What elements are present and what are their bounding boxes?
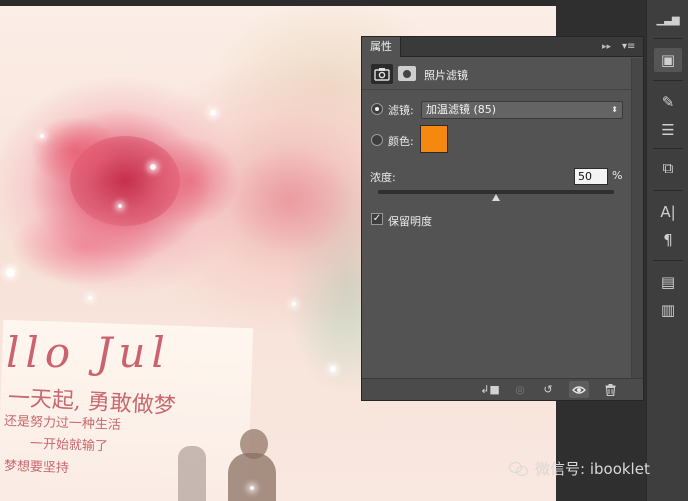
paragraph-icon[interactable]: ¶ — [654, 228, 682, 252]
panel-footer: ↲■ ◎ ↺ — [362, 378, 643, 400]
properties-panel: 属性 ▸▸ ▾≡ 照片滤镜 滤镜: 加温滤镜 (85) ⬍ 颜色: 浓度: 50… — [361, 36, 644, 401]
bokeh-sparkle — [250, 486, 254, 490]
adjustments-icon[interactable]: ▣ — [654, 48, 682, 72]
watermark-text: 微信号: ibooklet — [535, 460, 650, 478]
photo-filter-adjustment-icon[interactable] — [371, 64, 393, 84]
filter-select[interactable]: 加温滤镜 (85) ⬍ — [421, 101, 623, 119]
view-previous-state-icon[interactable]: ◎ — [510, 381, 530, 398]
visibility-icon[interactable] — [569, 381, 589, 398]
notes-icon[interactable]: ▤ — [654, 270, 682, 294]
bokeh-sparkle — [210, 110, 216, 116]
color-radio[interactable] — [371, 134, 383, 146]
panel-scrollbar[interactable] — [631, 58, 643, 378]
collapse-icon[interactable]: ▸▸ — [602, 41, 616, 53]
character-icon[interactable]: A| — [654, 200, 682, 224]
filter-select-value: 加温滤镜 (85) — [426, 103, 497, 116]
background-rose — [225, 146, 355, 256]
delete-icon[interactable] — [600, 381, 620, 398]
rose-petal — [140, 136, 240, 226]
paper-text-line: 梦想要坚持 — [3, 458, 70, 477]
dropdown-arrow-icon: ⬍ — [611, 105, 618, 114]
density-unit: % — [612, 169, 623, 182]
color-swatch[interactable] — [420, 125, 448, 153]
bokeh-sparkle — [88, 296, 92, 300]
toolbar-divider — [653, 190, 683, 191]
clip-to-layer-icon[interactable]: ↲■ — [480, 381, 500, 398]
brushes-icon[interactable]: ✎ — [654, 90, 682, 114]
rose-petal — [30, 116, 120, 186]
bokeh-sparkle — [6, 268, 15, 277]
bokeh-sparkle — [40, 134, 44, 138]
density-label: 浓度: — [370, 171, 396, 184]
preserve-luminosity-checkbox[interactable]: ✓ — [371, 213, 383, 225]
adjustment-title: 照片滤镜 — [424, 69, 468, 82]
background-figure — [178, 446, 206, 501]
toolbar-divider — [653, 260, 683, 261]
toolbar-divider — [653, 38, 683, 39]
wechat-watermark: 微信号: ibooklet — [509, 458, 650, 479]
clone-source-icon[interactable]: ⧉ — [654, 156, 682, 180]
density-slider-thumb[interactable] — [492, 194, 500, 201]
tab-properties[interactable]: 属性 — [362, 37, 401, 57]
paper-text-line: 一开始就输了 — [29, 436, 109, 455]
toolbar-divider — [653, 80, 683, 81]
wechat-icon — [509, 461, 529, 477]
rose-petal — [10, 206, 160, 286]
filter-label: 滤镜: — [388, 104, 414, 117]
sliders-icon[interactable]: ☰ — [654, 118, 682, 142]
panel-tab-bar: 属性 ▸▸ ▾≡ — [362, 37, 643, 57]
styles-icon[interactable]: ▥ — [654, 298, 682, 322]
paper-text-line: 还是努力过一种生活 — [3, 413, 122, 434]
filter-radio[interactable] — [371, 103, 383, 115]
preserve-luminosity-label: 保留明度 — [388, 215, 432, 228]
figure-body — [228, 453, 276, 501]
layer-mask-icon[interactable] — [398, 66, 416, 81]
bokeh-sparkle — [330, 366, 336, 372]
bokeh-sparkle — [118, 204, 122, 208]
paper-script-text: llo Jul — [6, 328, 171, 377]
panel-dock-toolbar: ▁▃▆ ▣ ✎ ☰ ⧉ A| ¶ ▤ ▥ — [646, 0, 688, 501]
bokeh-sparkle — [150, 164, 156, 170]
panel-menu-icon[interactable]: ▾≡ — [622, 40, 638, 54]
panel-header: 照片滤镜 — [362, 58, 631, 90]
color-label: 颜色: — [388, 135, 414, 148]
toolbar-divider — [653, 148, 683, 149]
histogram-icon[interactable]: ▁▃▆ — [654, 8, 682, 32]
reset-icon[interactable]: ↺ — [538, 381, 558, 398]
bokeh-sparkle — [292, 302, 296, 306]
density-input[interactable]: 50 — [574, 168, 608, 185]
